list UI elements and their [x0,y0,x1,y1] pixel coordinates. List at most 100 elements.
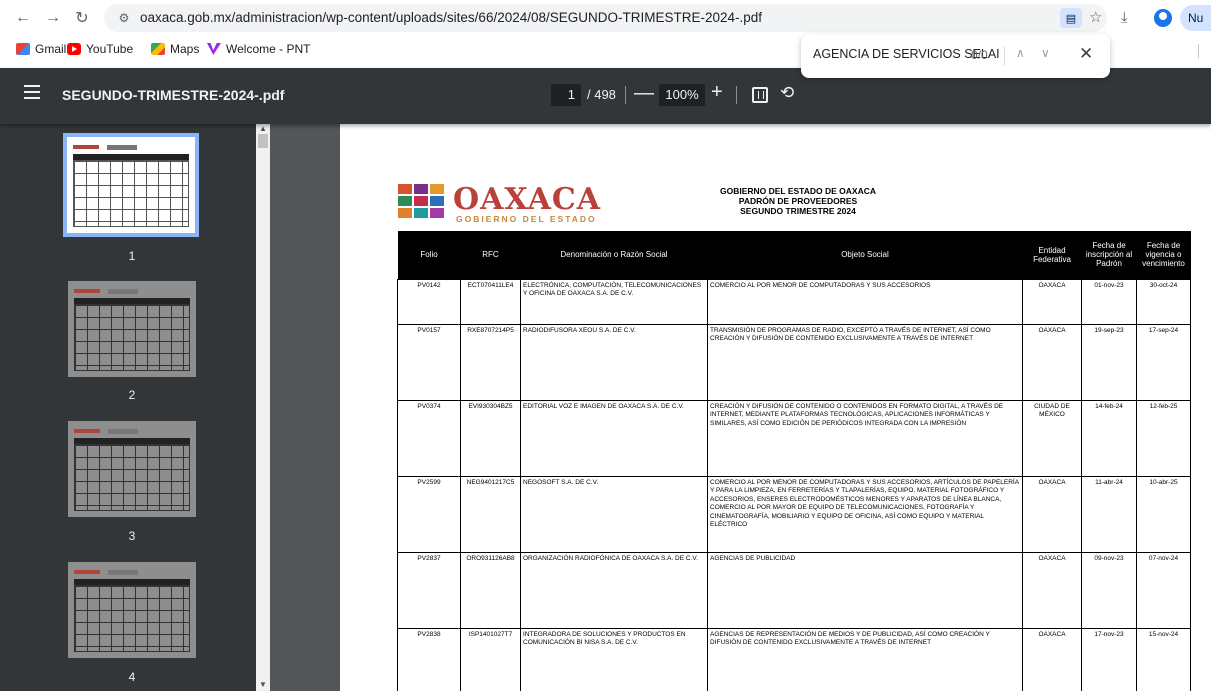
page-thumbnail-4[interactable] [68,562,196,658]
bookmark-maps[interactable]: Maps [151,42,199,56]
logo-text: OAXACA [453,182,602,217]
cell-razon: ELECTRÓNICA, COMPUTACIÓN, TELECOMUNICACI… [520,278,708,325]
toolbar-divider [736,86,737,104]
page-number-input[interactable]: 1 [551,84,581,106]
cell-rfc: NEG9401217C5 [460,475,521,553]
find-match-count: 0/0 [971,48,988,62]
cell-razon: RADIODIFUSORA XEOU S.A. DE C.V. [520,323,708,401]
column-header: Denominación o Razón Social [520,231,708,279]
toolbar-divider [625,86,626,104]
cell-vigencia: 30-oct-24 [1136,278,1191,325]
find-divider [1004,46,1005,66]
cell-razon: ORGANIZACIÓN RADIOFÓNICA DE OAXACA S.A. … [520,551,708,629]
rotate-icon[interactable]: ⟲ [780,83,794,103]
column-header: Objeto Social [707,231,1023,279]
gmail-icon [16,43,30,55]
thumbnail-label: 3 [128,529,136,543]
column-header: Entidad Federativa [1022,231,1082,279]
column-header: Fecha de inscripción al Padrón [1081,231,1137,279]
maps-icon [151,43,165,55]
cell-inscripcion: 11-abr-24 [1081,475,1137,553]
page-thumbnail-3[interactable] [68,421,196,517]
cell-razon: NEGOSOFT S.A. DE C.V. [520,475,708,553]
pdf-title: SEGUNDO-TRIMESTRE-2024-.pdf [62,87,285,103]
sidebar-scrollbar[interactable] [256,124,270,691]
heading-line: PADRÓN DE PROVEEDORES [738,196,858,206]
table-row: PV0374 EVI930304BZ5 EDITORIAL VOZ E IMAG… [397,399,1191,477]
thumbnail-label: 2 [128,388,136,402]
cell-razon: INTEGRADORA DE SOLUCIONES Y PRODUCTOS EN… [520,627,708,691]
table-row: PV0142 ECT070411LE4 ELECTRÓNICA, COMPUTA… [397,278,1191,325]
bookmark-pnt[interactable]: Welcome - PNT [207,42,310,56]
cell-rfc: ECT070411LE4 [460,278,521,325]
cell-inscripcion: 17-nov-23 [1081,627,1137,691]
cell-inscripcion: 09-nov-23 [1081,551,1137,629]
zoom-input[interactable]: 100% [659,84,705,106]
back-arrow-icon[interactable]: ← [10,5,36,31]
address-bar[interactable]: ⚙ oaxaca.gob.mx/administracion/wp-conten… [104,4,1107,32]
cell-entidad: OAXACA [1022,475,1082,553]
find-in-page-icon[interactable]: ▤ [1060,8,1082,28]
table-row: PV0157 RXE8707214P5 RADIODIFUSORA XEOU S… [397,323,1191,401]
navigation-bar: ← → ↻ ⚙ oaxaca.gob.mx/administracion/wp-… [0,0,1211,36]
cell-razon: EDITORIAL VOZ E IMAGEN DE OAXACA S.A. DE… [520,399,708,477]
page-total: / 498 [587,87,616,102]
oaxaca-emblem-icon [398,184,444,218]
column-header: RFC [460,231,521,279]
document-heading: GOBIERNO DEL ESTADO DE OAXACA PADRÓN DE … [670,186,926,216]
bookmark-star-icon[interactable]: ☆ [1089,8,1102,26]
download-icon[interactable]: ⤓ [1121,9,1128,26]
zoom-in-icon[interactable]: + [711,81,723,104]
update-button[interactable]: Nu [1180,5,1211,31]
cell-inscripcion: 14-feb-24 [1081,399,1137,477]
forward-arrow-icon[interactable]: → [40,5,66,31]
column-header: Fecha de vigencia o vencimiento [1136,231,1191,279]
scrollbar-thumb[interactable] [258,134,268,148]
cell-rfc: ISP1401027T7 [460,627,521,691]
bookmark-gmail[interactable]: Gmail [16,42,66,56]
cell-folio: PV2837 [397,551,461,629]
menu-icon[interactable] [24,85,40,99]
cell-objeto: AGENCIAS DE REPRESENTACIÓN DE MEDIOS Y D… [707,627,1023,691]
cell-vigencia: 15-nov-24 [1136,627,1191,691]
find-bar: AGENCIA DE SERVICIOS SELAI 0/0 ∧ ∨ ✕ [801,34,1110,78]
scroll-up-arrow-icon[interactable]: ▲ [258,124,268,133]
cell-folio: PV2838 [397,627,461,691]
cell-vigencia: 17-sep-24 [1136,323,1191,401]
bookmark-label: Welcome - PNT [226,42,311,56]
bookmark-label: Gmail [35,42,67,56]
url-text[interactable]: oaxaca.gob.mx/administracion/wp-content/… [140,10,762,25]
cell-objeto: CREACIÓN Y DIFUSIÓN DE CONTENIDO O CONTE… [707,399,1023,477]
cell-objeto: COMERCIO AL POR MENOR DE COMPUTADORAS Y … [707,475,1023,553]
cell-folio: PV0157 [397,323,461,401]
reload-icon[interactable]: ↻ [69,5,95,31]
cell-rfc: ORO931126AB8 [460,551,521,629]
cell-entidad: OAXACA [1022,323,1082,401]
cell-rfc: RXE8707214P5 [460,323,521,401]
cell-vigencia: 10-abr-25 [1136,475,1191,553]
close-icon[interactable]: ✕ [1079,44,1093,64]
zoom-out-icon[interactable]: — [634,82,654,105]
logo-subtitle: GOBIERNO DEL ESTADO [456,214,597,224]
bookmark-label: Maps [170,42,200,56]
chevron-up-icon[interactable]: ∧ [1016,46,1025,60]
cell-objeto: COMERCIO AL POR MENOR DE COMPUTADORAS Y … [707,278,1023,325]
cell-objeto: TRANSMISIÓN DE PROGRAMAS DE RADIO, EXCEP… [707,323,1023,401]
chevron-down-icon[interactable]: ∨ [1041,46,1050,60]
table-row: PV2837 ORO931126AB8 ORGANIZACIÓN RADIOFÓ… [397,551,1191,629]
cell-entidad: OAXACA [1022,278,1082,325]
fit-to-page-icon[interactable] [752,87,768,103]
site-info-icon[interactable]: ⚙ [116,10,132,26]
pnt-icon [207,43,221,55]
scroll-down-arrow-icon[interactable]: ▼ [258,680,268,689]
thumbnail-label: 1 [128,249,136,263]
pdf-page: OAXACA GOBIERNO DEL ESTADO GOBIERNO DEL … [340,124,1211,691]
page-thumbnail-2[interactable] [68,281,196,377]
cell-entidad: CIUDAD DE MÉXICO [1022,399,1082,477]
suppliers-table: Folio RFC Denominación o Razón Social Ob… [397,231,1191,691]
bookmark-youtube[interactable]: YouTube [67,42,133,56]
table-row: PV2838 ISP1401027T7 INTEGRADORA DE SOLUC… [397,627,1191,691]
cell-folio: PV0142 [397,278,461,325]
page-thumbnail-1[interactable] [67,137,195,233]
profile-avatar-icon[interactable] [1154,9,1172,27]
